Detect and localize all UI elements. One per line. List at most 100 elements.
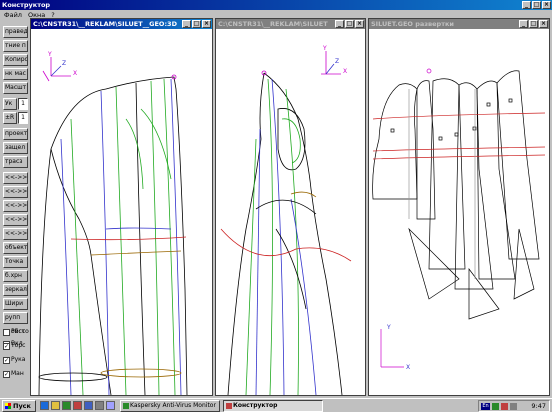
step-label: ±R	[3, 112, 17, 124]
taskbar-item-antivirus[interactable]: Kaspersky Anti-Virus Monitor	[120, 400, 220, 412]
browser-icon[interactable]	[40, 401, 49, 410]
axis-z-line	[50, 65, 62, 77]
window-patterns[interactable]: SILUET.GEO развертки _ □ × X Y	[368, 18, 550, 396]
window-side-view[interactable]: C:\CNSTR31\__REKLAM\SILUET _ □ × X Y Z	[215, 18, 366, 396]
pattern-piece	[428, 78, 466, 270]
pattern-piece	[408, 227, 460, 300]
constructor-icon	[226, 403, 232, 409]
left-toolbar: правед тние п Копиро нк мас Масшт Ук 1 ±…	[1, 24, 29, 354]
close-icon[interactable]: ×	[355, 20, 364, 28]
tool-button[interactable]: <<->>	[3, 228, 28, 240]
pattern-pieces-drawing: X Y	[372, 68, 546, 371]
outline-left	[38, 88, 107, 395]
tool-button[interactable]: нк мас	[3, 68, 28, 80]
tool-button[interactable]: трасз	[3, 156, 28, 168]
axis-z-label: Z	[335, 58, 339, 65]
app-icon[interactable]	[73, 401, 82, 410]
blue-line	[60, 138, 72, 395]
window-title-bar[interactable]: C:\CNSTR31\__REKLAM\SILUET _ □ ×	[216, 19, 365, 29]
tool-button[interactable]: Шири	[3, 298, 28, 310]
checkbox-sleeve[interactable]: ✓ Рука	[3, 354, 29, 366]
desktop-icon[interactable]	[62, 401, 71, 410]
notch-marker	[508, 98, 513, 103]
app-title-bar[interactable]: Конструктор _ □ ×	[0, 0, 552, 10]
tool-button[interactable]: рупп	[3, 312, 28, 324]
axis-y-label: Y	[47, 51, 52, 58]
tool-button[interactable]: <<->>	[3, 186, 28, 198]
axis-y-label: Y	[322, 45, 327, 52]
tool-button[interactable]: объект	[3, 242, 28, 254]
tray-app-icon[interactable]	[492, 403, 499, 410]
system-tray: En 9:47	[478, 400, 550, 412]
app-icon[interactable]	[95, 401, 104, 410]
blue-line	[100, 90, 110, 395]
window-title: C:\CNSTR31\__REKLAM\SILUET__GEO:3D	[33, 20, 177, 28]
maximize-icon[interactable]: □	[529, 20, 538, 28]
app-icon[interactable]	[106, 401, 115, 410]
tool-button[interactable]: Копиро	[3, 54, 28, 66]
scale-input[interactable]: 1	[18, 98, 28, 110]
minimize-icon[interactable]: _	[522, 1, 531, 9]
window-title-bar[interactable]: SILUET.GEO развертки _ □ ×	[369, 19, 549, 29]
garment-3d-drawing: X Y Z	[38, 51, 188, 395]
tool-button[interactable]: <<->>	[3, 172, 28, 184]
waist-curve	[255, 199, 317, 215]
app-window: Конструктор _ □ × Файл Окна ? правед тни…	[0, 0, 552, 398]
menu-file[interactable]: Файл	[4, 11, 22, 19]
tool-button[interactable]: проект	[3, 128, 28, 140]
window-title-bar[interactable]: C:\CNSTR31\__REKLAM\SILUET__GEO:3D _ □ ×	[31, 19, 212, 29]
pattern-piece	[513, 228, 535, 300]
tool-button[interactable]: правед	[3, 26, 28, 38]
drawing-canvas-3d[interactable]: X Y Z	[31, 29, 212, 395]
waist-line	[90, 250, 182, 256]
checkbox-torso[interactable]: ✓ Торс	[3, 340, 29, 352]
speaker-icon[interactable]	[510, 403, 517, 410]
hem-ellipse	[100, 368, 182, 378]
close-icon[interactable]: ×	[539, 20, 548, 28]
language-indicator[interactable]: En	[481, 403, 490, 410]
maximize-icon[interactable]: □	[345, 20, 354, 28]
sleeve-cap	[277, 108, 306, 171]
close-icon[interactable]: ×	[542, 1, 551, 9]
window-buttons: _ □ ×	[182, 20, 211, 28]
maximize-icon[interactable]: □	[532, 1, 541, 9]
tool-button[interactable]: зеркал	[3, 284, 28, 296]
maximize-icon[interactable]: □	[192, 20, 201, 28]
axis-cross	[42, 70, 50, 82]
step-input[interactable]: 1	[18, 112, 28, 124]
drawing-canvas-patterns[interactable]: X Y	[369, 29, 549, 395]
start-button[interactable]: Пуск	[2, 400, 36, 412]
tray-app-icon[interactable]	[501, 403, 508, 410]
checkbox-icon: ✓	[3, 370, 10, 378]
tool-button[interactable]: б.хрн	[3, 270, 28, 282]
window-3d-front[interactable]: C:\CNSTR31\__REKLAM\SILUET__GEO:3D _ □ ×	[30, 18, 213, 396]
notch-marker	[486, 102, 491, 107]
green-line	[125, 118, 144, 190]
close-icon[interactable]: ×	[202, 20, 211, 28]
minimize-icon[interactable]: _	[182, 20, 191, 28]
pattern-piece	[468, 267, 500, 320]
point-marker	[426, 68, 432, 74]
tool-button[interactable]: <<->>	[3, 200, 28, 212]
green-line	[150, 80, 160, 395]
taskbar-item-constructor[interactable]: Конструктор	[223, 400, 323, 412]
axis-x-label: X	[73, 70, 77, 77]
minimize-icon[interactable]: _	[335, 20, 344, 28]
silhouette-right	[263, 72, 343, 395]
tool-button[interactable]: Точка	[3, 256, 28, 268]
clock[interactable]: 9:47	[531, 401, 546, 411]
minimize-icon[interactable]: _	[519, 20, 528, 28]
tool-button[interactable]: <<->>	[3, 214, 28, 226]
tool-button[interactable]: тние п	[3, 40, 28, 52]
window-title: SILUET.GEO развертки	[371, 20, 454, 28]
tool-button[interactable]: Масшт	[3, 82, 28, 94]
folder-icon[interactable]	[51, 401, 60, 410]
notch-marker	[454, 132, 459, 137]
app-icon[interactable]	[84, 401, 93, 410]
notch-marker	[438, 136, 443, 141]
checkbox-mannequin[interactable]: ✓ Ман	[3, 368, 29, 380]
checkbox-setting[interactable]: обсто	[3, 326, 29, 338]
drawing-canvas-side[interactable]: X Y Z	[216, 29, 365, 395]
antivirus-icon	[123, 403, 129, 409]
tool-button[interactable]: защел	[3, 142, 28, 154]
